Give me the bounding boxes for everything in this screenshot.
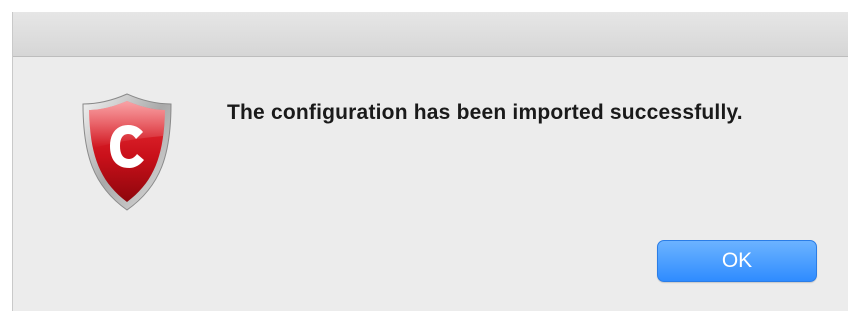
alert-dialog: The configuration has been imported succ…: [12, 12, 848, 311]
dialog-titlebar[interactable]: [13, 12, 848, 57]
ok-button[interactable]: OK: [657, 240, 817, 282]
comodo-shield-icon: [79, 92, 175, 212]
dialog-message: The configuration has been imported succ…: [227, 101, 743, 124]
